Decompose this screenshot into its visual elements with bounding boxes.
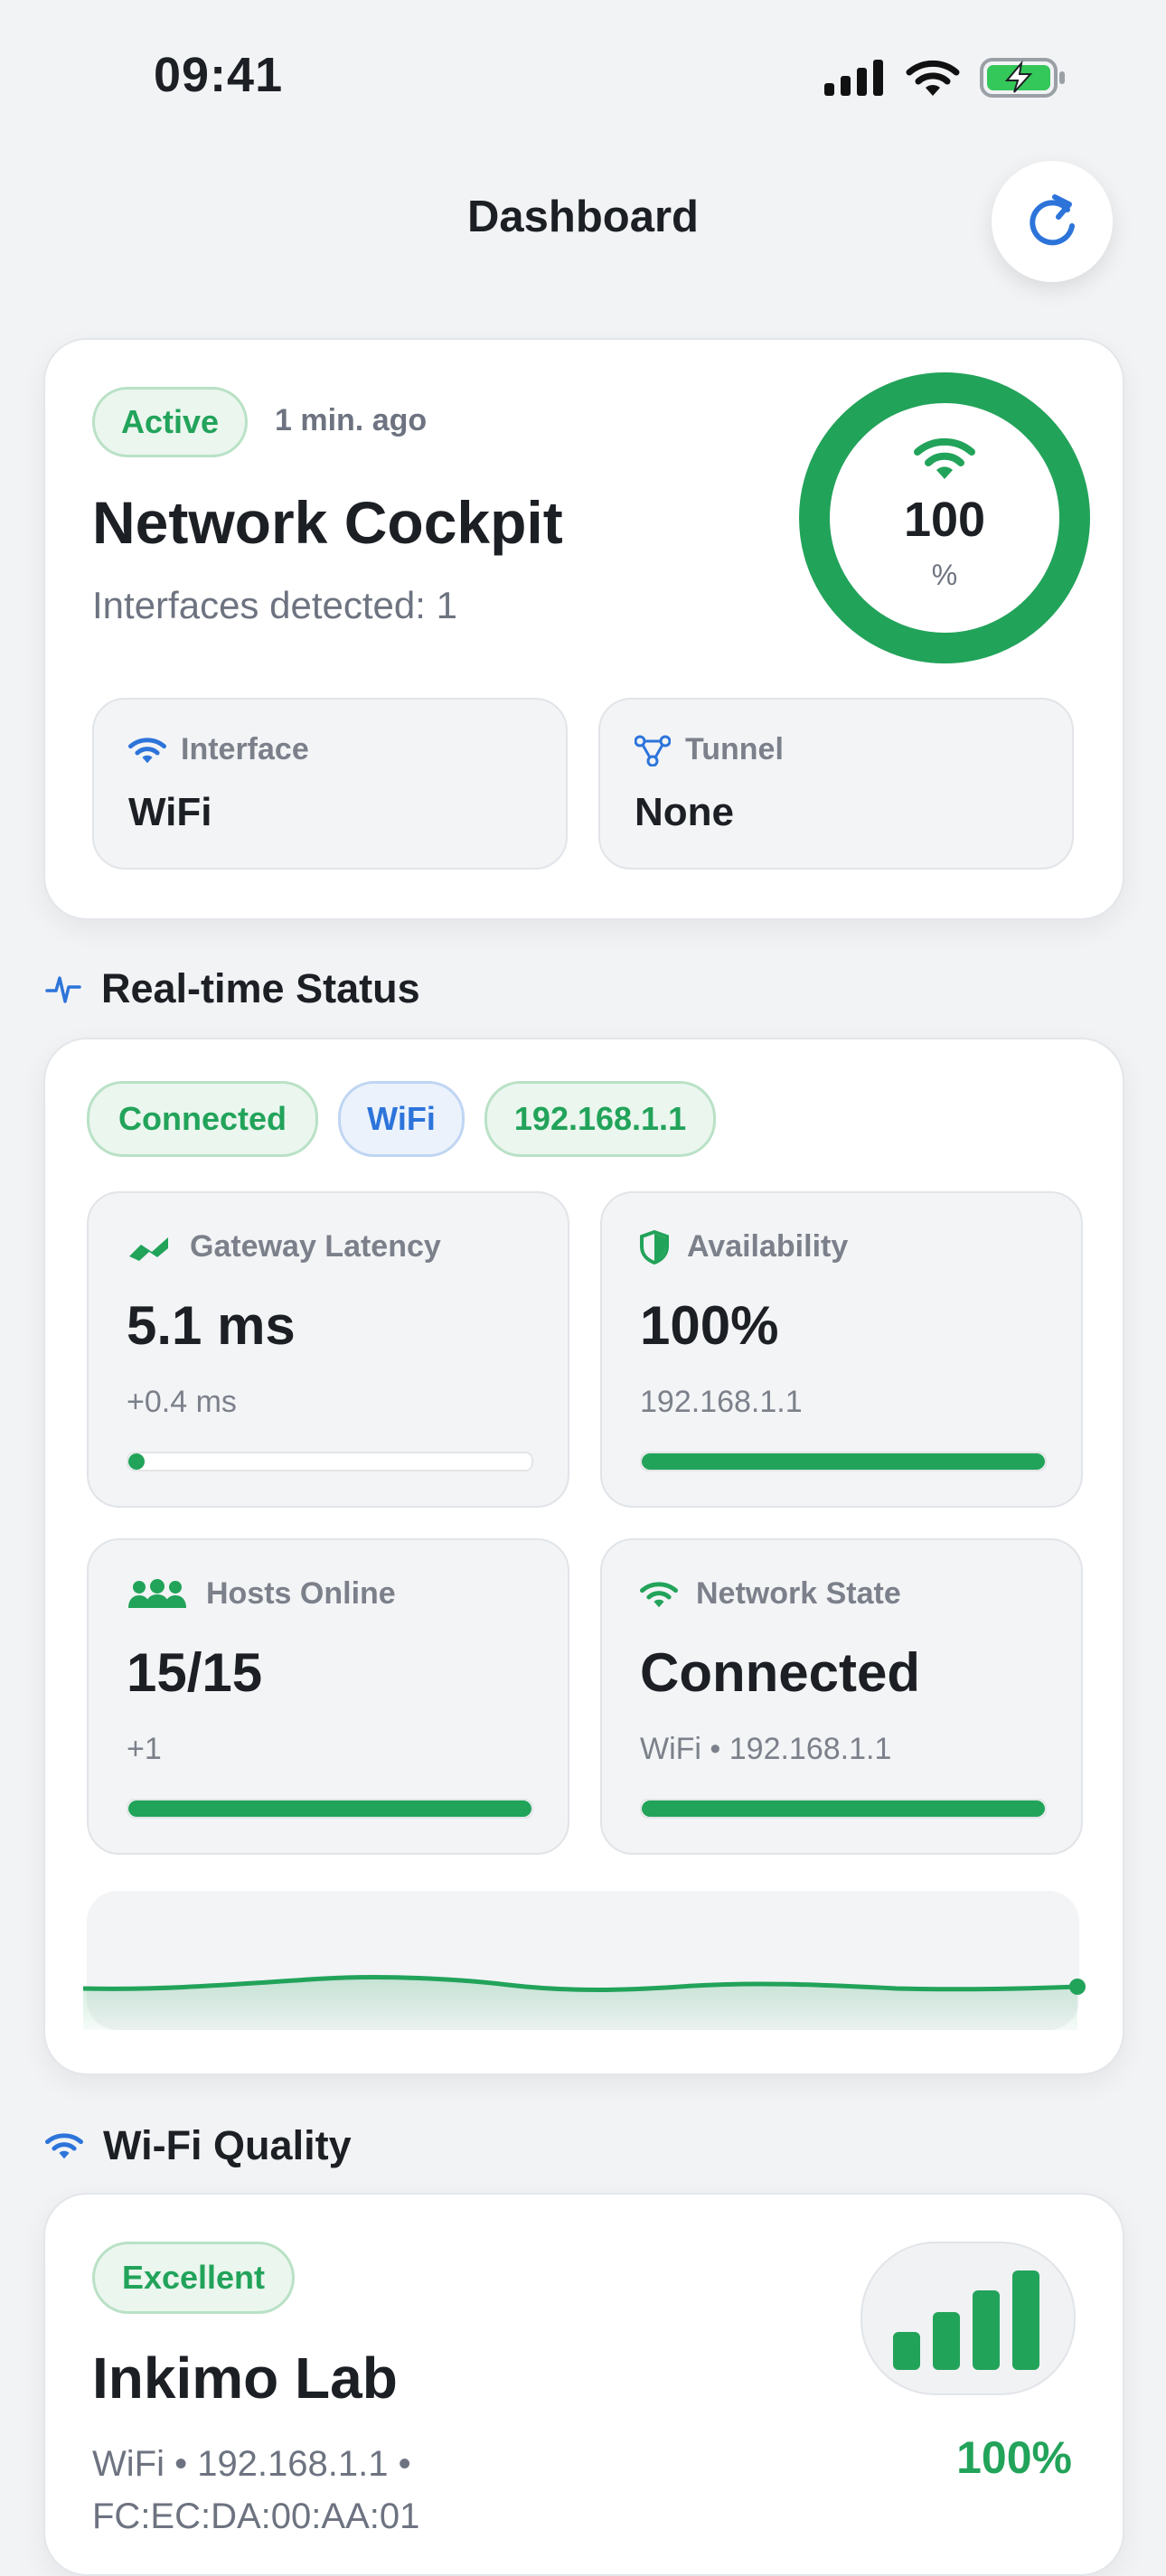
gauge-unit: %	[931, 559, 958, 591]
tunnel-value: None	[635, 790, 734, 834]
hosts-online-delta: +1	[127, 1732, 162, 1766]
gateway-latency-value: 5.1 ms	[127, 1295, 296, 1356]
status-badge: Active	[92, 387, 248, 457]
network-details-line1: WiFi • 192.168.1.1 •	[92, 2444, 411, 2484]
network-state-bar-fill	[642, 1800, 1045, 1817]
interface-card[interactable]: Interface WiFi	[92, 698, 568, 870]
network-details-line2: FC:EC:DA:00:AA:01	[92, 2496, 420, 2536]
wifi-quality-section-title: Wi-Fi Quality	[103, 2122, 352, 2168]
gauge-value: 100	[903, 493, 986, 547]
network-state-detail: WiFi • 192.168.1.1	[640, 1732, 892, 1766]
tunnel-nodes-icon	[635, 735, 671, 766]
availability-bar-fill	[642, 1453, 1045, 1470]
availability-value: 100%	[640, 1295, 779, 1356]
status-bar-time: 09:41	[154, 48, 284, 102]
battery-charging-icon	[980, 58, 1065, 98]
signal-bars-badge	[860, 2242, 1076, 2395]
availability-target: 192.168.1.1	[640, 1385, 803, 1419]
network-overview-card: Active 1 min. ago Network Cockpit Interf…	[43, 338, 1124, 920]
wifi-icon	[914, 437, 975, 479]
overview-title: Network Cockpit	[92, 489, 563, 556]
signal-bar-2	[933, 2312, 960, 2370]
wifi-icon	[128, 737, 166, 763]
realtime-section-header: Real-time Status	[45, 965, 420, 1012]
network-state-label: Network State	[696, 1576, 901, 1611]
signal-bar-1	[893, 2332, 920, 2370]
shield-icon	[640, 1229, 669, 1264]
realtime-status-card: Connected WiFi 192.168.1.1 Gateway Laten…	[43, 1038, 1124, 2075]
availability-label: Availability	[687, 1229, 849, 1264]
quality-badge: Excellent	[92, 2242, 295, 2314]
network-state-value: Connected	[640, 1642, 921, 1703]
realtime-section-title: Real-time Status	[101, 965, 420, 1011]
gateway-latency-bar-fill	[128, 1453, 145, 1470]
availability-bar	[640, 1452, 1047, 1471]
status-chip-interface: WiFi	[338, 1081, 465, 1157]
availability-card[interactable]: Availability 100% 192.168.1.1	[600, 1191, 1083, 1508]
overview-subtitle: Interfaces detected: 1	[92, 584, 457, 626]
pulse-icon	[45, 976, 81, 1003]
users-icon	[128, 1578, 186, 1608]
sparkline-endpoint	[1069, 1979, 1086, 1995]
network-name: Inkimo Lab	[92, 2346, 398, 2411]
network-state-card[interactable]: Network State Connected WiFi • 192.168.1…	[600, 1538, 1083, 1855]
interface-value: WiFi	[128, 790, 212, 834]
latency-sparkline	[83, 1891, 1086, 2030]
gateway-latency-card[interactable]: Gateway Latency 5.1 ms +0.4 ms	[87, 1191, 569, 1508]
wifi-status-icon	[906, 60, 960, 96]
tunnel-label: Tunnel	[685, 732, 784, 766]
trend-icon	[129, 1236, 168, 1261]
signal-gauge: 100 %	[799, 372, 1090, 663]
cellular-signal-icon	[824, 60, 883, 96]
wifi-icon	[640, 1581, 678, 1607]
gateway-latency-label: Gateway Latency	[190, 1229, 441, 1264]
last-updated-text: 1 min. ago	[275, 403, 428, 437]
refresh-icon	[1030, 194, 1075, 246]
hosts-online-card[interactable]: Hosts Online 15/15 +1	[87, 1538, 569, 1855]
status-chip-ip: 192.168.1.1	[484, 1081, 716, 1157]
signal-bar-4	[1012, 2270, 1039, 2370]
signal-bar-3	[973, 2290, 1000, 2370]
hosts-online-label: Hosts Online	[206, 1576, 396, 1611]
wifi-quality-section-header: Wi-Fi Quality	[45, 2122, 352, 2169]
hosts-online-value: 15/15	[127, 1642, 263, 1703]
interface-label: Interface	[181, 732, 309, 766]
wifi-quality-card[interactable]: Excellent Inkimo Lab WiFi • 192.168.1.1 …	[43, 2193, 1124, 2576]
signal-bars-icon	[893, 2270, 1039, 2370]
network-state-bar	[640, 1799, 1047, 1819]
refresh-button[interactable]	[992, 161, 1113, 282]
signal-percent: 100%	[956, 2432, 1072, 2483]
hosts-online-bar	[127, 1799, 533, 1819]
tunnel-card[interactable]: Tunnel None	[598, 698, 1074, 870]
hosts-online-bar-fill	[128, 1800, 531, 1817]
gateway-latency-bar	[127, 1452, 533, 1471]
status-chip-connected: Connected	[87, 1081, 318, 1157]
wifi-icon	[45, 2133, 83, 2159]
status-bar-icons	[824, 58, 1067, 98]
gateway-latency-delta: +0.4 ms	[127, 1385, 237, 1419]
